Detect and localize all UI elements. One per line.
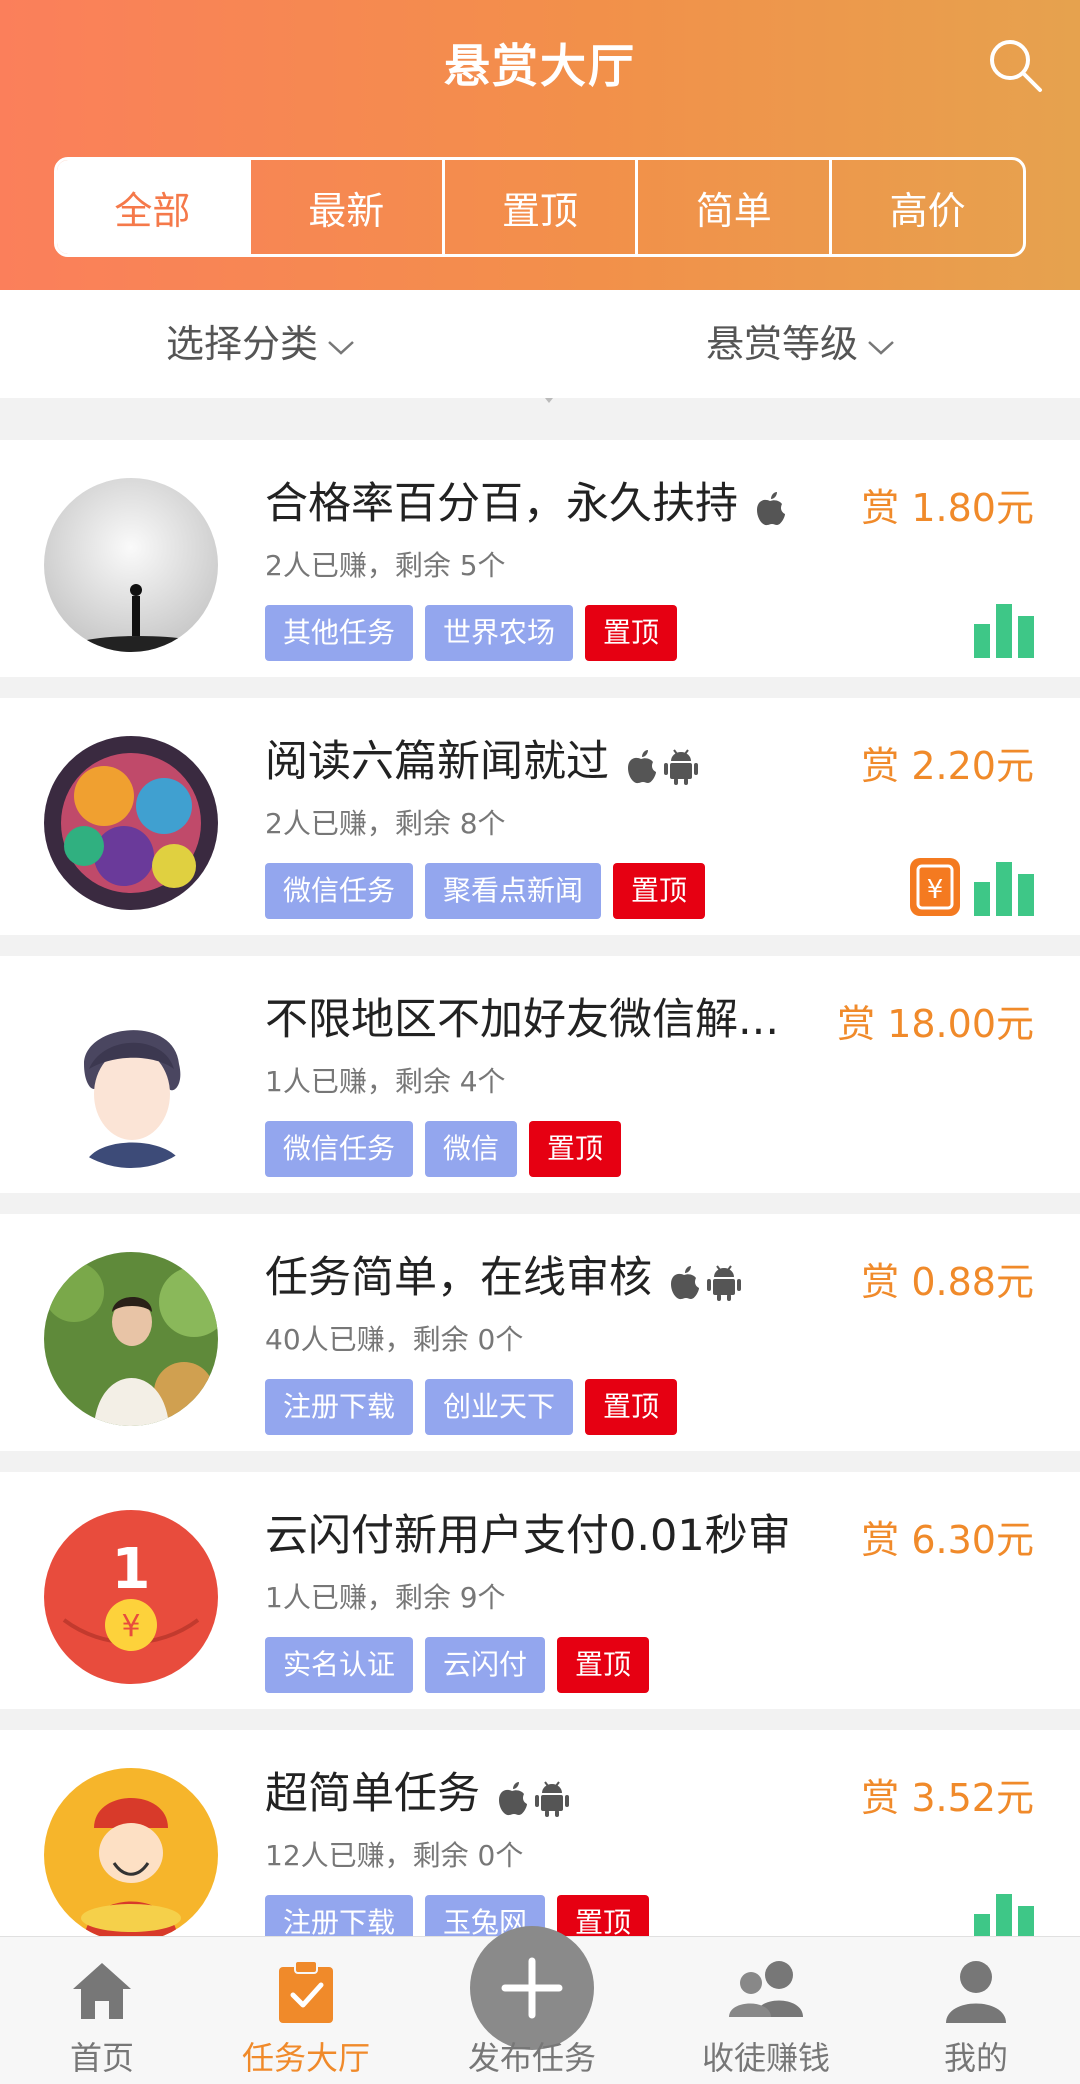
task-title: 阅读六篇新闻就过: [265, 734, 699, 793]
tab-bar: 全部 最新 置顶 简单 高价: [54, 157, 1026, 257]
header: 悬赏大厅 全部 最新 置顶 简单 高价: [0, 0, 1080, 290]
svg-text:1: 1: [112, 1537, 151, 1602]
task-meta: 2人已赚，剩余 8个: [265, 807, 506, 840]
category-dropdown[interactable]: 选择分类: [166, 316, 356, 372]
tab-pinned[interactable]: 置顶: [441, 160, 636, 254]
task-meta: 12人已赚，剩余 0个: [265, 1839, 524, 1872]
avatar: [44, 736, 218, 910]
task-title: 超简单任务: [265, 1766, 570, 1825]
apple-icon: [757, 492, 785, 526]
reward-amount: 赏 0.88元: [861, 1260, 1034, 1304]
task-card[interactable]: 阅读六篇新闻就过 2人已赚，剩余 8个 微信任务 聚看点新闻 置顶 赏 2.20…: [0, 698, 1080, 935]
pinned-tag: 置顶: [613, 863, 706, 919]
task-title: 任务简单，在线审核: [265, 1250, 742, 1309]
tag: 微信任务: [265, 1121, 414, 1177]
level-dropdown[interactable]: 悬赏等级: [706, 316, 896, 372]
divider: [0, 398, 1080, 440]
chevron-down-icon: [868, 340, 894, 355]
tab-home-label: 首页: [69, 2039, 134, 2077]
avatar: ¥ 1: [44, 1510, 218, 1684]
avatar: [44, 1768, 218, 1942]
tab-recruit-earn-label: 收徒赚钱: [701, 2039, 830, 2077]
task-meta: 2人已赚，剩余 5个: [265, 549, 506, 582]
bar-chart-icon: [974, 604, 1034, 658]
reward-amount: 赏 18.00元: [837, 1002, 1034, 1046]
avatar: [44, 994, 218, 1168]
reward-amount: 赏 6.30元: [861, 1518, 1034, 1562]
category-label: 选择分类: [166, 322, 319, 366]
task-title: 不限地区不加好友微信解...: [265, 995, 780, 1045]
tab-task-hall-label: 任务大厅: [241, 2039, 370, 2077]
tag: 注册下载: [265, 1379, 414, 1435]
users-icon: [729, 1961, 803, 2017]
svg-text:¥: ¥: [121, 1609, 140, 1644]
task-meta: 1人已赚，剩余 9个: [265, 1581, 506, 1614]
pinned-tag: 置顶: [585, 605, 678, 661]
tag: 创业天下: [425, 1379, 574, 1435]
android-icon: [707, 1265, 741, 1301]
apple-icon: [499, 1782, 527, 1816]
android-icon: [664, 749, 698, 785]
tab-high-price[interactable]: 高价: [829, 160, 1023, 254]
tag-list: 微信任务 聚看点新闻 置顶: [265, 863, 706, 919]
tag: 微信: [425, 1121, 518, 1177]
tag: 微信任务: [265, 863, 414, 919]
tab-newest[interactable]: 最新: [247, 160, 442, 254]
tab-all[interactable]: 全部: [57, 160, 248, 254]
svg-text:¥: ¥: [927, 875, 944, 905]
wallet-icon: ¥: [910, 858, 960, 916]
page-title: 悬赏大厅: [444, 39, 636, 93]
reward-amount: 赏 3.52元: [861, 1776, 1034, 1820]
person-icon: [946, 1961, 1006, 2023]
search-icon[interactable]: [984, 34, 1048, 98]
home-icon: [73, 1963, 131, 2019]
pinned-tag: 置顶: [529, 1121, 622, 1177]
tab-mine-label: 我的: [943, 2039, 1008, 2077]
apple-icon: [628, 750, 656, 784]
task-card[interactable]: 不限地区不加好友微信解... 1人已赚，剩余 4个 微信任务 微信 置顶 赏 1…: [0, 956, 1080, 1193]
task-title: 合格率百分百，永久扶持: [265, 476, 786, 535]
task-card[interactable]: 任务简单，在线审核 40人已赚，剩余 0个 注册下载 创业天下 置顶 赏 0.8…: [0, 1214, 1080, 1451]
tag: 云闪付: [425, 1637, 546, 1693]
tag-list: 其他任务 世界农场 置顶: [265, 605, 678, 661]
avatar: [44, 478, 218, 652]
clipboard-check-icon: [279, 1960, 333, 2023]
pinned-tag: 置顶: [557, 1637, 650, 1693]
tag-list: 微信任务 微信 置顶: [265, 1121, 622, 1177]
filter-bar: 选择分类 悬赏等级: [0, 290, 1080, 398]
tab-publish-task-label: 发布任务: [467, 2039, 596, 2077]
bar-chart-icon: [974, 862, 1034, 916]
tag: 其他任务: [265, 605, 414, 661]
tab-simple[interactable]: 简单: [635, 160, 829, 254]
task-card[interactable]: 合格率百分百，永久扶持 2人已赚，剩余 5个 其他任务 世界农场 置顶 赏 1.…: [0, 440, 1080, 677]
apple-icon: [671, 1266, 699, 1300]
tag-list: 实名认证 云闪付 置顶: [265, 1637, 650, 1693]
android-icon: [535, 1781, 569, 1817]
tag: 世界农场: [425, 605, 574, 661]
task-card[interactable]: ¥ 1 云闪付新用户支付0.01秒审 1人已赚，剩余 9个 实名认证 云闪付 置…: [0, 1472, 1080, 1709]
tag: 实名认证: [265, 1637, 414, 1693]
tag-list: 注册下载 创业天下 置顶: [265, 1379, 678, 1435]
task-meta: 40人已赚，剩余 0个: [265, 1323, 524, 1356]
bottom-tab-bar: 首页 任务大厅 发布任务 收徒赚钱 我的: [0, 1926, 1080, 2084]
task-title: 云闪付新用户支付0.01秒审: [265, 1511, 791, 1561]
level-label: 悬赏等级: [706, 322, 859, 366]
pinned-tag: 置顶: [585, 1379, 678, 1435]
tag: 聚看点新闻: [425, 863, 602, 919]
avatar: [44, 1252, 218, 1426]
task-meta: 1人已赚，剩余 4个: [265, 1065, 506, 1098]
reward-amount: 赏 1.80元: [861, 486, 1034, 530]
chevron-down-icon: [328, 340, 354, 355]
reward-amount: 赏 2.20元: [861, 744, 1034, 788]
